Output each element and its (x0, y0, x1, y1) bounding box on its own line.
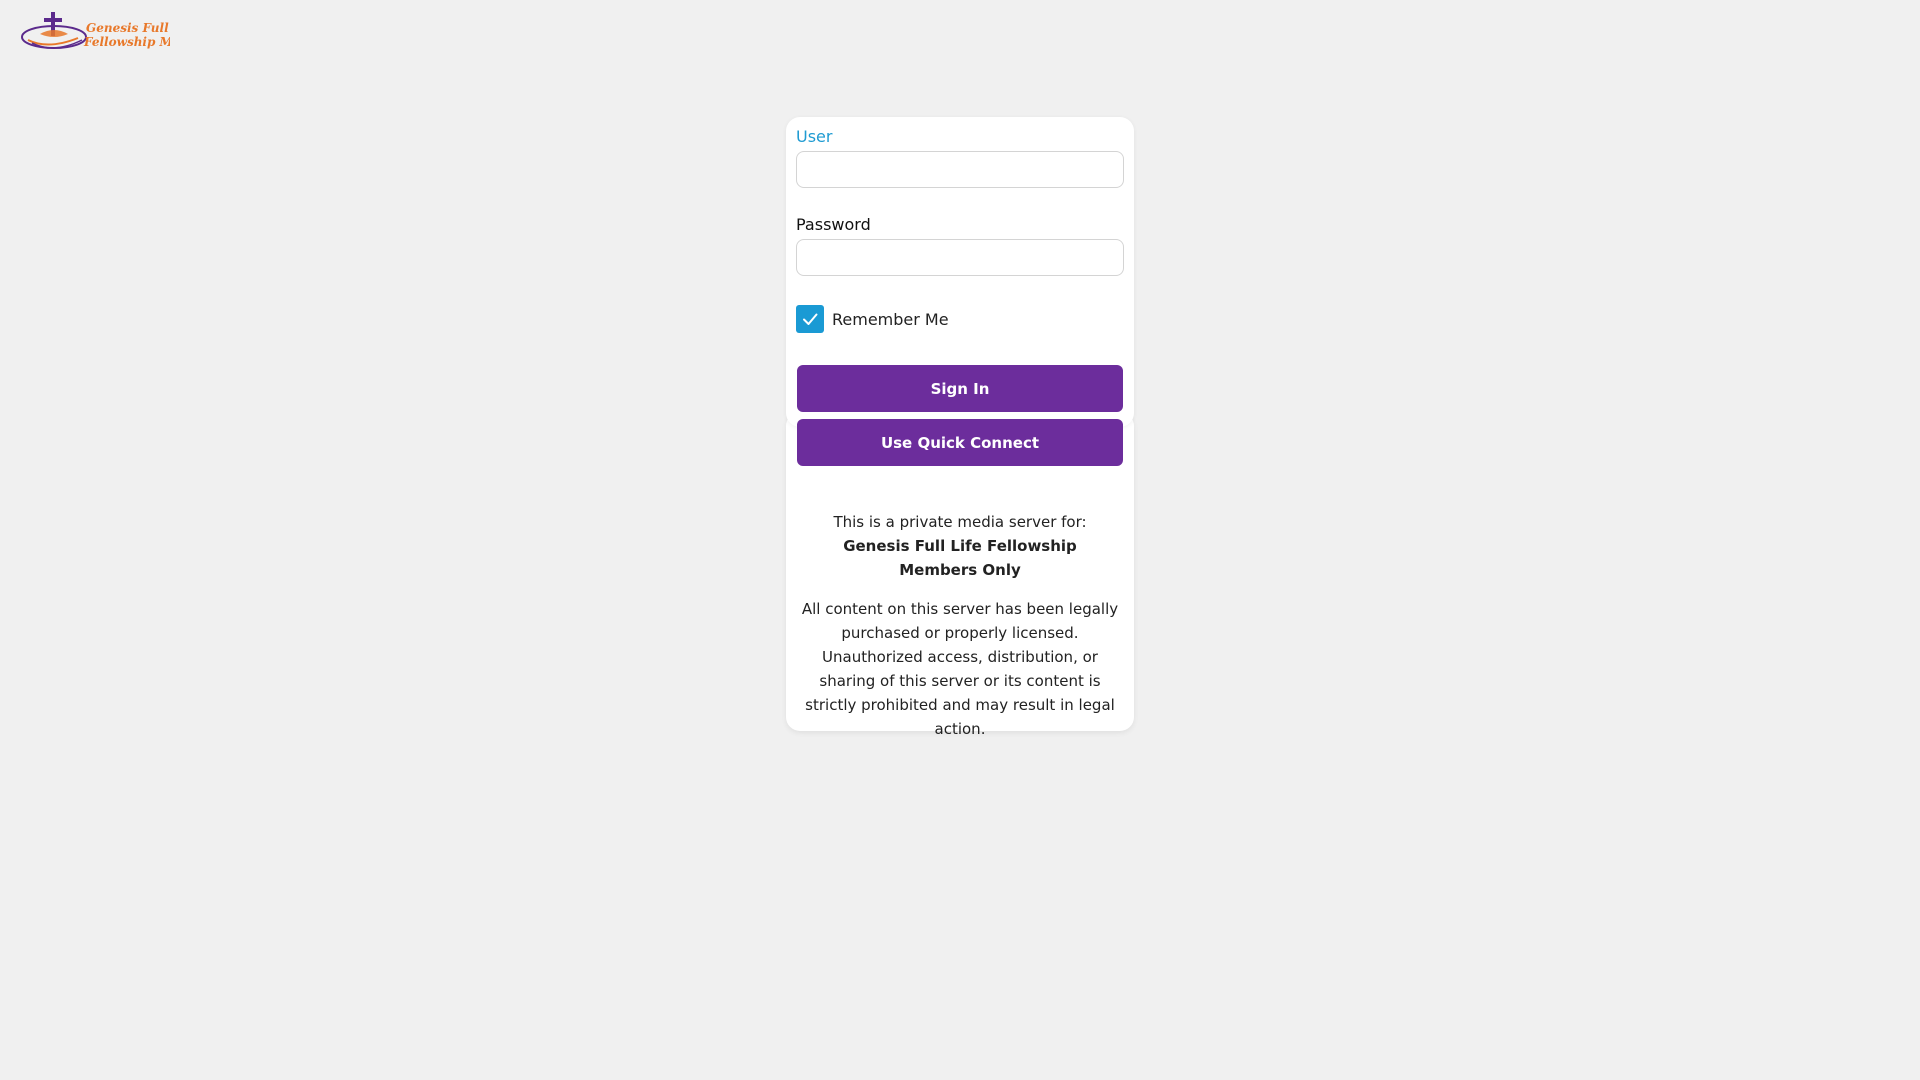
disclaimer-notice: All content on this server has been lega… (801, 600, 1119, 738)
checkmark-icon (803, 313, 818, 325)
sign-in-button[interactable]: Sign In (797, 365, 1123, 412)
disclaimer-audience: Members Only (899, 561, 1021, 579)
disclaimer-org-name: Genesis Full Life Fellowship (843, 537, 1077, 555)
quick-connect-button[interactable]: Use Quick Connect (797, 419, 1123, 466)
user-input[interactable] (796, 151, 1124, 188)
logo-text-line2: Fellowship Media (83, 35, 170, 49)
logo: Genesis Full Life Fellowship Media (18, 10, 170, 54)
password-input[interactable] (796, 239, 1124, 276)
remember-me-checkbox[interactable] (796, 305, 824, 333)
remember-me-label[interactable]: Remember Me (832, 310, 949, 330)
logo-text-line1: Genesis Full Life (86, 21, 170, 35)
disclaimer-intro: This is a private media server for: (833, 513, 1087, 531)
user-label: User (796, 127, 833, 146)
password-label: Password (796, 215, 871, 234)
